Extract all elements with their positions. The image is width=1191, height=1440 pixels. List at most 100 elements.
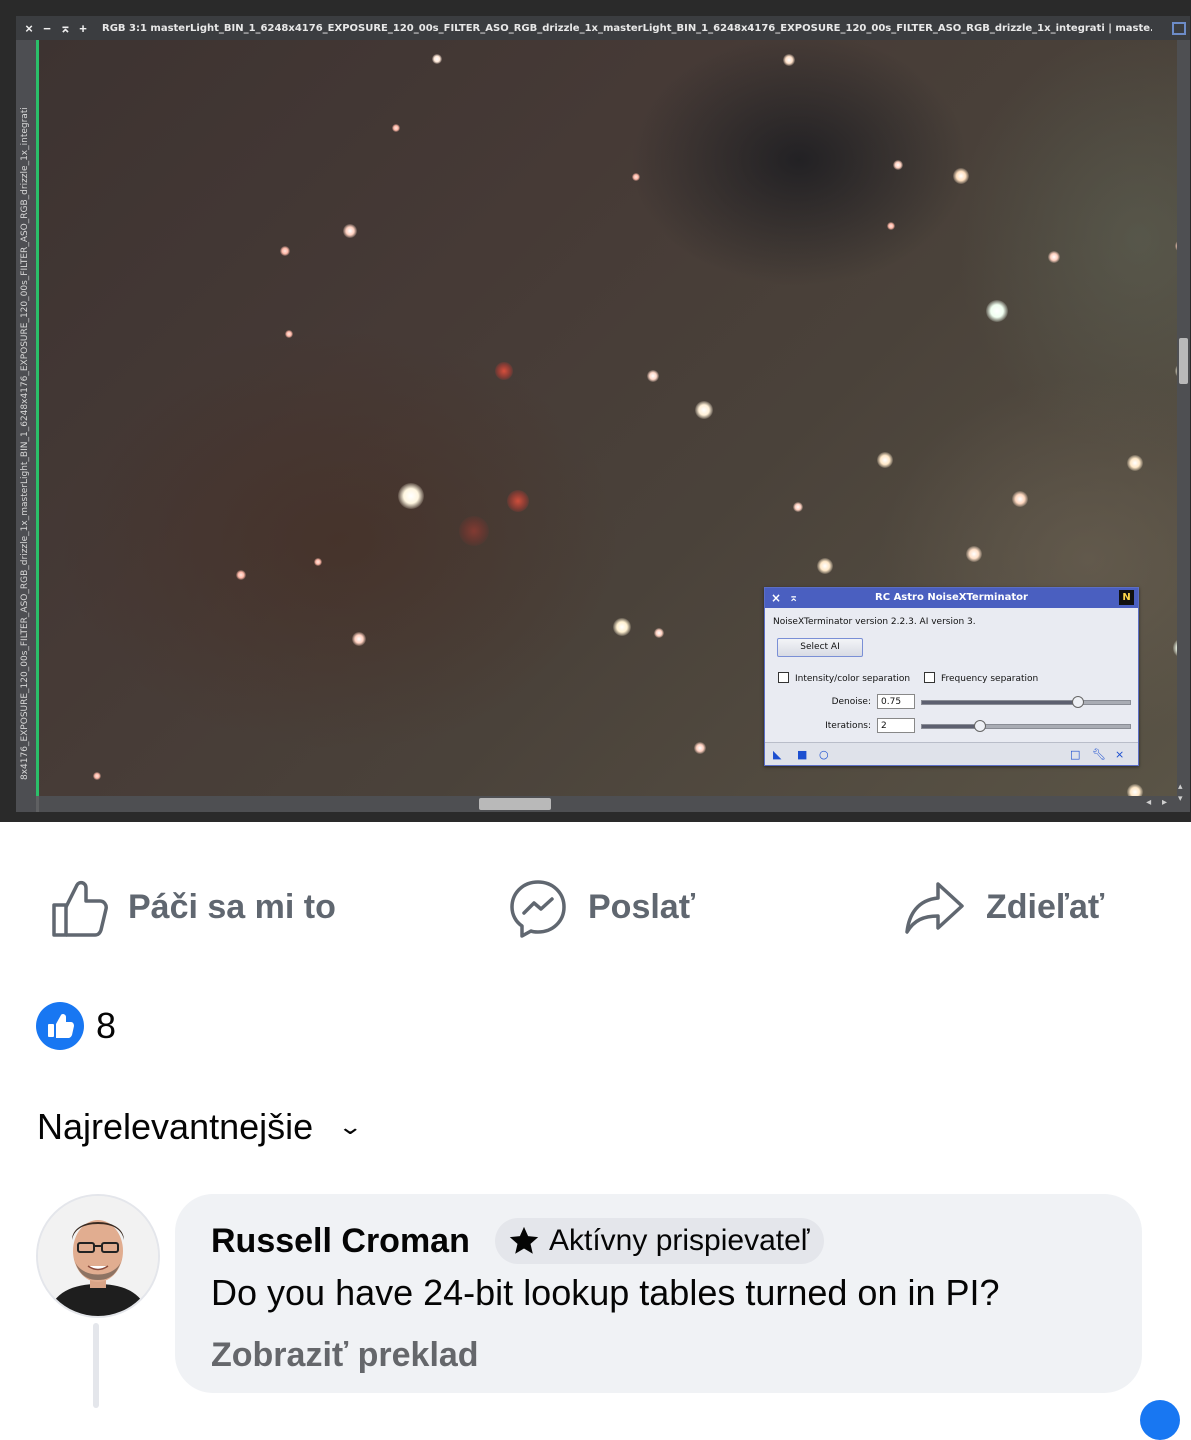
vertical-scrollbar[interactable]: ▴ ▾ [1177,40,1190,812]
close-window-button[interactable]: × [24,21,34,36]
iterations-slider-fill [922,725,981,728]
denoise-label: Denoise: [831,697,871,707]
dialog-title: RC Astro NoiseXTerminator [875,592,1028,603]
star [507,490,529,512]
star [793,502,803,512]
star [647,370,659,382]
reaction-count: 8 [96,1005,117,1046]
dialog-footer: ◣ ■ ○ □ 🔧︎ ⨯ [765,742,1138,765]
floating-action-button[interactable] [1140,1400,1180,1440]
star [93,772,101,780]
star [632,173,640,181]
star [1048,251,1060,263]
comment-text: Do you have 24-bit lookup tables turned … [211,1272,1000,1313]
star [887,222,895,230]
star [695,401,713,419]
checkbox-icon[interactable] [778,672,789,683]
dialog-titlebar: × ⌅ RC Astro NoiseXTerminator N [765,588,1138,608]
iterations-label: Iterations: [825,721,871,731]
share-arrow-icon [905,881,964,934]
image-window-sidebar: 8x4176_EXPOSURE_120_00s_FILTER_ASO_RGB_d… [16,40,36,812]
settings-icon[interactable]: 🔧︎ [1092,748,1106,761]
intensity-color-separation-checkbox[interactable]: Intensity/color separation [778,672,910,684]
noisexterminator-dialog: × ⌅ RC Astro NoiseXTerminator N NoiseXTe… [764,587,1139,766]
denoise-slider[interactable] [921,696,1131,708]
star [694,742,706,754]
star [966,546,982,562]
apply-global-icon[interactable]: ○ [819,748,829,761]
star [1127,784,1143,796]
star [817,558,833,574]
sort-label: Najrelevantnejšie [37,1106,314,1147]
chevron-down-icon: ⌄ [337,1114,364,1139]
reset-icon[interactable]: ⨯ [1115,748,1124,761]
send-button[interactable]: Poslať [508,870,695,945]
horizontal-scroll-thumb[interactable] [479,798,551,810]
avatar[interactable] [36,1194,160,1318]
checkbox-icon[interactable] [924,672,935,683]
star [459,516,489,546]
share-label: Zdieľať [986,888,1105,926]
star [953,168,969,184]
denoise-slider-handle[interactable] [1072,696,1084,708]
show-translation-link[interactable]: Zobraziť preklad [211,1336,479,1375]
star [398,483,424,509]
star [1127,455,1143,471]
process-badge-icon: N [1119,590,1134,605]
scroll-arrows-vertical-icon[interactable]: ▴ ▾ [1178,780,1183,804]
comment-author[interactable]: Russell Croman [211,1222,470,1261]
horizontal-scrollbar[interactable]: ◂ ▸ [39,796,1177,812]
frequency-separation-checkbox[interactable]: Frequency separation [924,672,1038,684]
star [285,330,293,338]
messenger-icon [510,879,566,938]
checkbox-label: Intensity/color separation [795,674,911,684]
like-reaction-icon [36,1002,84,1050]
apply-icon[interactable]: ■ [797,748,807,761]
scroll-arrows-icon[interactable]: ◂ ▸ [1146,797,1171,808]
star [654,628,664,638]
star [877,452,893,468]
like-label: Páči sa mi to [128,888,336,926]
pixinsight-screenshot: × − ⌅ + RGB 3:1 masterLight_BIN_1_6248x4… [0,0,1191,822]
profile-photo-icon [38,1196,158,1316]
star [314,558,322,566]
star [392,124,400,132]
select-ai-button[interactable]: Select AI [777,638,863,657]
iterations-slider-handle[interactable] [974,720,987,732]
thread-connector [93,1323,99,1408]
star [343,224,357,238]
send-label: Poslať [588,888,695,926]
star [352,632,366,646]
star [236,570,246,580]
vertical-scroll-thumb[interactable] [1179,338,1188,384]
share-button[interactable]: Zdieľať [904,870,1104,945]
comment-bubble: Russell Croman Aktívny prispievateľ Do y… [175,1194,1142,1393]
star [613,618,631,636]
star-icon [509,1226,539,1254]
minimize-window-button[interactable]: − [42,21,52,36]
comment-sort-dropdown[interactable]: Najrelevantnejšie ⌄ [37,1106,364,1148]
shade-window-button[interactable]: ⌅ [60,20,71,36]
image-identifier-tab[interactable]: 8x4176_EXPOSURE_120_00s_FILTER_ASO_RGB_d… [20,80,30,780]
star [1012,491,1028,507]
zoom-in-button[interactable]: + [78,21,88,36]
star [495,362,513,380]
contributor-badge: Aktívny prispievateľ [495,1218,824,1264]
badge-label: Aktívny prispievateľ [549,1224,810,1257]
version-text: NoiseXTerminator version 2.2.3. AI versi… [773,617,976,627]
post-actions-bar: Páči sa mi to Poslať Zdieľať [0,870,1191,945]
like-button[interactable]: Páči sa mi to [50,870,336,945]
iterations-slider[interactable] [921,720,1131,732]
preview-icon[interactable]: □ [1070,748,1080,761]
image-window-titlebar: × − ⌅ + RGB 3:1 masterLight_BIN_1_6248x4… [16,16,1190,40]
maximize-window-button[interactable] [1172,22,1186,35]
star [893,160,903,170]
iterations-input[interactable]: 2 [877,718,915,733]
denoise-input[interactable]: 0.75 [877,694,915,709]
new-instance-icon[interactable]: ◣ [773,748,781,761]
reactions-summary[interactable]: 8 [36,1002,116,1050]
thumbs-up-icon [52,880,108,937]
star [280,246,290,256]
star [432,54,442,64]
image-window-title: RGB 3:1 masterLight_BIN_1_6248x4176_EXPO… [102,22,1152,34]
